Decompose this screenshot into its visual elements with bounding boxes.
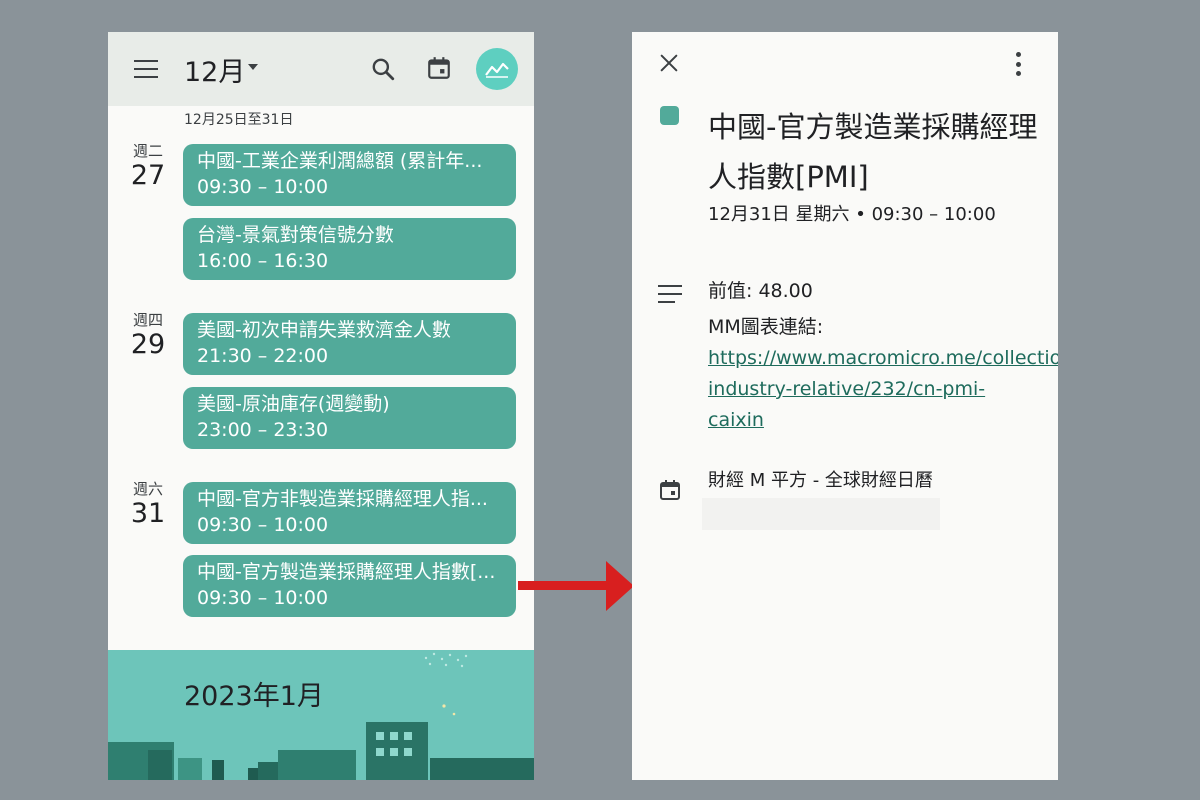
day-label-31[interactable]: 週六 31 xyxy=(128,480,168,530)
day-label-29[interactable]: 週四 29 xyxy=(128,311,168,361)
day-label-27[interactable]: 週二 27 xyxy=(128,142,168,192)
event-time: 16:00 – 16:30 xyxy=(197,250,329,272)
chart-line-icon xyxy=(485,62,509,78)
day-number: 29 xyxy=(130,329,166,360)
month-banner-title: 2023年1月 xyxy=(184,681,324,712)
calendar-name: 財經 M 平方 - 全球財經日曆 xyxy=(708,470,933,491)
placeholder-bar xyxy=(702,498,940,530)
event-card[interactable]: 台灣-景氣對策信號分數 16:00 – 16:30 xyxy=(183,218,516,280)
event-title: 中國-官方非製造業採購經理人指... xyxy=(197,488,488,510)
day-number: 31 xyxy=(130,498,166,529)
arrow-right-icon xyxy=(606,561,634,611)
month-selector[interactable]: 12月 xyxy=(184,50,245,89)
event-title: 美國-原油庫存(週變動) xyxy=(197,393,390,415)
description-previous-value: 前值: 48.00 xyxy=(708,280,813,302)
event-time: 21:30 – 22:00 xyxy=(197,345,329,367)
event-card[interactable]: 中國-工業企業利潤總額 (累計年... 09:30 – 10:00 xyxy=(183,144,516,206)
calendar-icon xyxy=(660,480,680,500)
event-detail-title: 中國-官方製造業採購經理人指數[PMI] xyxy=(708,110,1038,194)
event-title: 中國-官方製造業採購經理人指數[... xyxy=(197,561,496,583)
weekday: 週四 xyxy=(132,311,163,329)
event-color-indicator xyxy=(660,106,679,125)
weekday: 週二 xyxy=(132,142,163,160)
description-icon xyxy=(658,285,682,303)
event-card[interactable]: 中國-官方非製造業採購經理人指... 09:30 – 10:00 xyxy=(183,482,516,544)
month-banner-january[interactable]: 2023年1月 xyxy=(108,650,534,780)
event-time: 09:30 – 10:00 xyxy=(197,514,329,536)
week-range-label: 12月25日至31日 xyxy=(184,112,294,128)
event-card[interactable]: 美國-原油庫存(週變動) 23:00 – 23:30 xyxy=(183,387,516,449)
close-icon[interactable] xyxy=(658,52,680,74)
calendar-today-icon[interactable] xyxy=(426,55,452,81)
event-card-selected[interactable]: 中國-官方製造業採購經理人指數[... 09:30 – 10:00 xyxy=(183,555,516,617)
search-icon[interactable] xyxy=(370,56,396,82)
chart-link[interactable]: https://www.macromicro.me/collections/25… xyxy=(708,347,1058,431)
event-time: 09:30 – 10:00 xyxy=(197,176,329,198)
app-top-bar: 12月 xyxy=(108,32,534,106)
chevron-down-icon[interactable] xyxy=(248,64,258,70)
event-time: 09:30 – 10:00 xyxy=(197,587,329,609)
event-detail-screen: 中國-官方製造業採購經理人指數[PMI] 12月31日 星期六 • 09:30 … xyxy=(632,32,1058,780)
weekday: 週六 xyxy=(132,480,163,498)
city-skyline-illustration xyxy=(108,652,534,780)
more-vertical-icon[interactable] xyxy=(1012,52,1024,76)
arrow-shaft xyxy=(518,581,612,590)
event-time: 23:00 – 23:30 xyxy=(197,419,329,441)
event-detail-datetime: 12月31日 星期六 • 09:30 – 10:00 xyxy=(708,204,996,225)
day-number: 27 xyxy=(130,160,166,191)
event-title: 台灣-景氣對策信號分數 xyxy=(197,224,394,246)
calendar-schedule-screen: 12月 12月25日至31日 週二 27 中國-工業企業利潤總額 (累計年...… xyxy=(108,32,534,780)
event-card[interactable]: 美國-初次申請失業救濟金人數 21:30 – 22:00 xyxy=(183,313,516,375)
description-link-block: MM圖表連結: https://www.macromicro.me/collec… xyxy=(708,312,1058,436)
event-title: 中國-工業企業利潤總額 (累計年... xyxy=(197,150,483,172)
description-link-label: MM圖表連結: xyxy=(708,316,824,338)
avatar[interactable] xyxy=(476,48,518,90)
menu-icon[interactable] xyxy=(134,60,158,78)
event-title: 美國-初次申請失業救濟金人數 xyxy=(197,319,451,341)
